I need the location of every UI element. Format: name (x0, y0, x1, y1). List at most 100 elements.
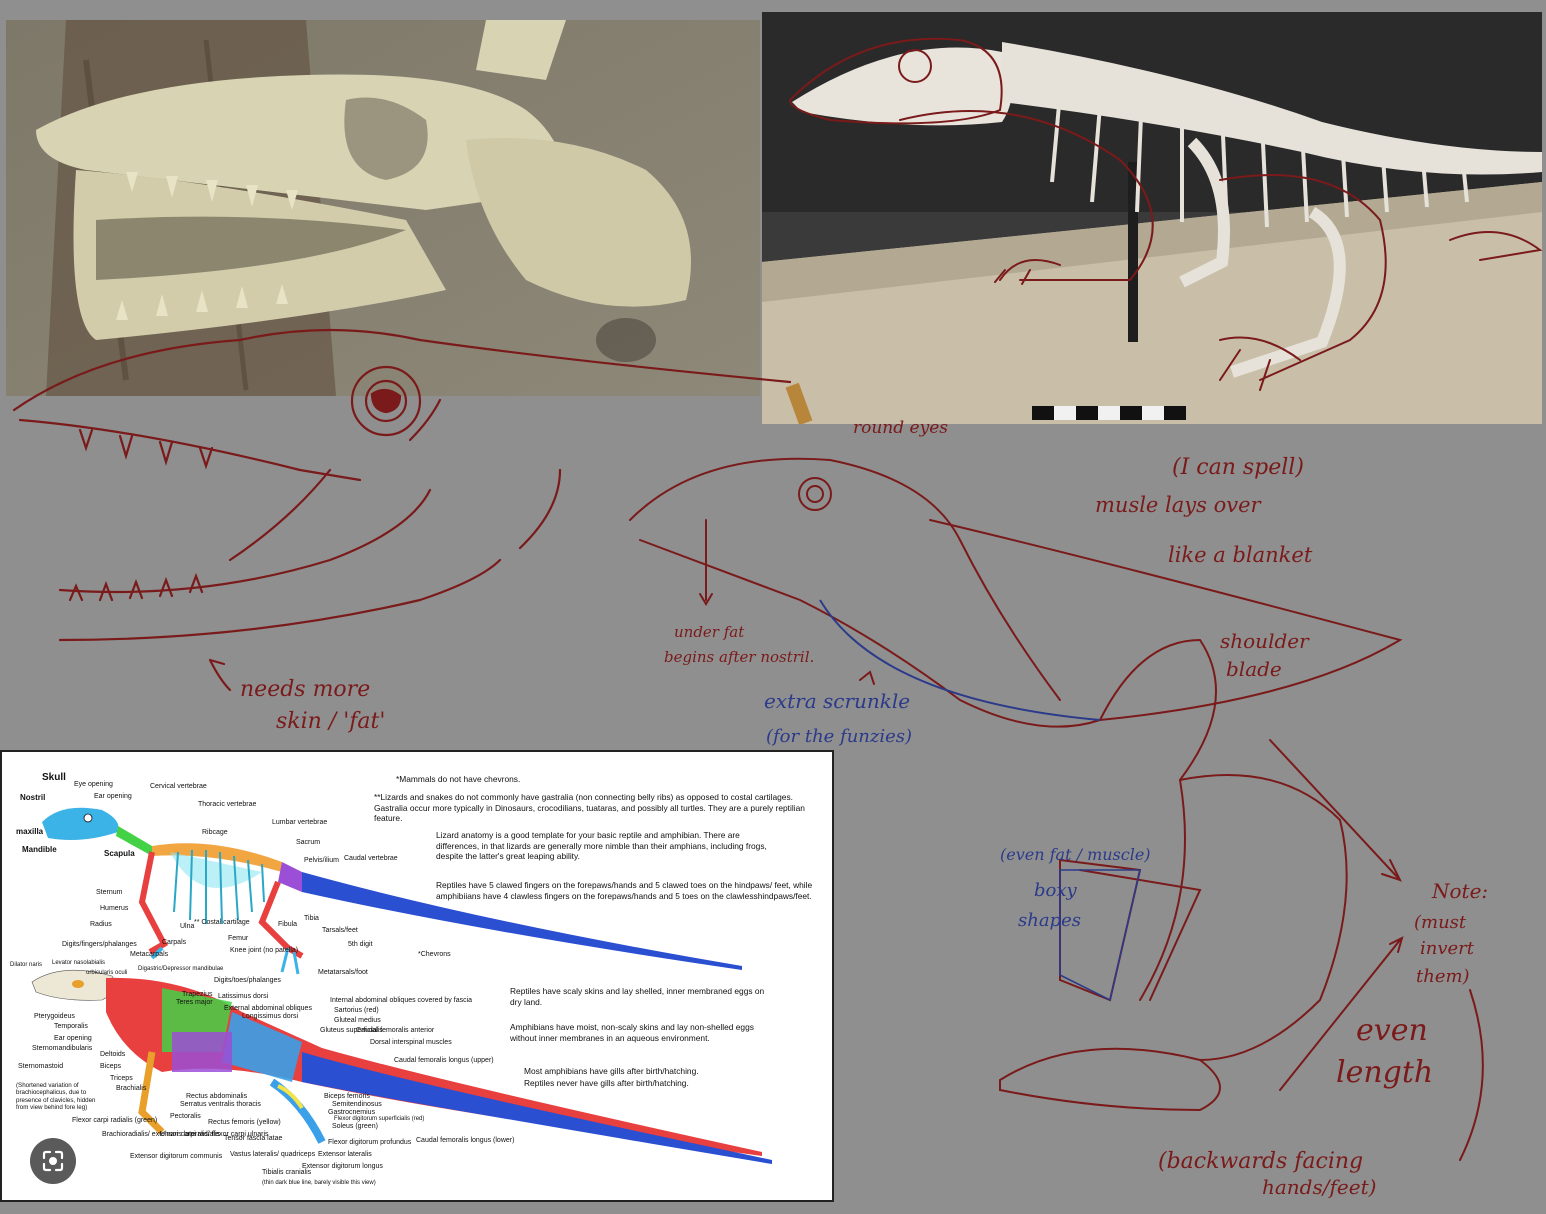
note-under-fat-line2: begins after nostril. (664, 648, 814, 666)
svg-text:Flexor digitorum profundus: Flexor digitorum profundus (328, 1139, 412, 1146)
note-boxy-line1: boxy (1034, 880, 1078, 901)
svg-text:Digits/fingers/phalanges: Digits/fingers/phalanges (62, 941, 137, 948)
note-extra-line2: (for the funzies) (766, 726, 912, 747)
svg-text:Biceps: Biceps (100, 1063, 122, 1070)
svg-text:Tarsals/feet: Tarsals/feet (322, 927, 358, 934)
svg-text:Extensor digitorum communis: Extensor digitorum communis (130, 1153, 223, 1160)
note-even-fat: (even fat / muscle) (1000, 845, 1151, 864)
skull-photo-illustration (6, 20, 760, 396)
svg-text:Metatarsals/foot: Metatarsals/foot (318, 969, 368, 976)
svg-text:Ulna: Ulna (180, 923, 195, 930)
svg-text:Semitendinosus: Semitendinosus (332, 1101, 382, 1108)
note-scaly: Reptiles have scaly skins and lay shelle… (510, 986, 765, 1007)
note-claws: Reptiles have 5 clawed fingers on the fo… (436, 880, 813, 901)
svg-text:Pelvis/ilium: Pelvis/ilium (304, 857, 339, 864)
svg-text:Sacrum: Sacrum (296, 839, 320, 846)
svg-text:Digits/toes/phalanges: Digits/toes/phalanges (214, 977, 281, 984)
svg-text:Caudal femoralis anterior: Caudal femoralis anterior (356, 1027, 435, 1034)
svg-text:Latissimus dorsi: Latissimus dorsi (218, 993, 269, 1000)
note-shoulder-line2: blade (1226, 657, 1282, 681)
svg-text:Sternum: Sternum (96, 889, 123, 896)
note-note-line1: Note: (1431, 879, 1488, 903)
svg-text:Dilator naris: Dilator naris (10, 962, 42, 968)
lens-search-button[interactable] (30, 1138, 76, 1184)
svg-text:Gluteal medius: Gluteal medius (334, 1017, 381, 1024)
note-moist: Amphibians have moist, non-scaly skins a… (510, 1022, 754, 1043)
svg-text:Dorsal interspinal muscles: Dorsal interspinal muscles (370, 1039, 452, 1046)
svg-text:External abdominal obliques: External abdominal obliques (224, 1005, 312, 1012)
note-needs-line1: needs more (240, 677, 370, 702)
note-note-line4: them) (1416, 966, 1470, 987)
note-shoulder-line1: shoulder (1220, 629, 1310, 653)
svg-text:Sternomandibularis: Sternomandibularis (32, 1045, 93, 1052)
svg-text:*Chevrons: *Chevrons (418, 951, 451, 958)
svg-text:Rectus femoris (yellow): Rectus femoris (yellow) (208, 1119, 281, 1126)
svg-text:Temporalis: Temporalis (54, 1023, 88, 1030)
svg-text:Radius: Radius (90, 921, 112, 928)
blue-scrunkle-line (819, 599, 1101, 721)
svg-text:Femur: Femur (228, 935, 249, 942)
note-backwards-line1: (backwards facing (1158, 1149, 1363, 1174)
svg-text:Cervical vertebrae: Cervical vertebrae (150, 783, 207, 790)
svg-text:Scapula: Scapula (104, 849, 135, 858)
sternomastoid-note: (Shortened variation of brachiocephalicu… (16, 1082, 96, 1112)
google-lens-icon (42, 1150, 64, 1172)
svg-text:Lumbar vertebrae: Lumbar vertebrae (272, 819, 327, 826)
note-i-can-spell: (I can spell) (1172, 455, 1304, 480)
svg-text:Caudal femoralis longus (lower: Caudal femoralis longus (lower) (416, 1137, 514, 1144)
svg-text:Knee joint (no patella): Knee joint (no patella) (230, 947, 298, 954)
note-extra-line1: extra scrunkle (764, 689, 910, 713)
svg-text:** Costal cartilage: ** Costal cartilage (194, 919, 250, 926)
svg-text:Tibia: Tibia (304, 915, 319, 922)
note-gills2: Reptiles never have gills after birth/ha… (524, 1078, 689, 1088)
svg-text:Triceps: Triceps (110, 1075, 133, 1082)
svg-text:Extensor lateralis: Extensor lateralis (318, 1151, 372, 1158)
svg-text:Serratus ventralis thoracis: Serratus ventralis thoracis (180, 1101, 261, 1108)
svg-text:Flexor carpi radialis (green): Flexor carpi radialis (green) (72, 1117, 157, 1124)
svg-text:Extensor digitorum longus: Extensor digitorum longus (302, 1163, 383, 1170)
note-mammals: *Mammals do not have chevrons. (396, 774, 521, 784)
note-note-line2: (must (1414, 912, 1467, 933)
svg-text:Nostril: Nostril (20, 793, 45, 802)
svg-text:Mandible: Mandible (22, 845, 57, 854)
svg-text:Soleus (green): Soleus (green) (332, 1123, 378, 1130)
note-gastralia: **Lizards and snakes do not commonly hav… (374, 792, 805, 823)
svg-text:Caudal vertebrae: Caudal vertebrae (344, 855, 398, 862)
blue-boxy-shape (1059, 869, 1142, 1002)
lizard-anatomy-diagram: Skull Eye opening Ear opening Nostril ma… (0, 750, 834, 1202)
svg-text:Caudal femoralis longus (upper: Caudal femoralis longus (upper) (394, 1057, 494, 1064)
svg-text:Brachialis: Brachialis (116, 1085, 147, 1092)
svg-text:Sartorius (red): Sartorius (red) (334, 1007, 379, 1014)
note-needs-line2: skin / 'fat' (276, 709, 385, 734)
svg-text:Thoracic vertebrae: Thoracic vertebrae (198, 801, 256, 808)
note-muscle-line1: musle lays over (1095, 493, 1263, 517)
svg-text:Fibula: Fibula (278, 921, 297, 928)
svg-text:Ear opening: Ear opening (94, 793, 132, 800)
svg-text:Pectoralis: Pectoralis (170, 1113, 201, 1120)
svg-text:Biceps femoris: Biceps femoris (324, 1093, 370, 1100)
svg-text:Eye opening: Eye opening (74, 781, 113, 788)
svg-text:Tibialis cranialis: Tibialis cranialis (262, 1169, 312, 1176)
svg-text:Ear opening: Ear opening (54, 1035, 92, 1042)
skeleton-reference-photo (762, 12, 1542, 424)
svg-text:Trapezius: Trapezius (182, 991, 213, 998)
note-template: Lizard anatomy is a good template for yo… (436, 830, 767, 861)
svg-text:Skull: Skull (42, 772, 66, 783)
note-under-fat-line1: under fat (674, 623, 745, 641)
svg-text:Deltoids: Deltoids (100, 1051, 126, 1058)
svg-text:(thin dark blue line, barely v: (thin dark blue line, barely visible thi… (262, 1180, 376, 1186)
svg-text:Internal abdominal obliques co: Internal abdominal obliques covered by f… (330, 997, 472, 1004)
svg-text:Sternomastoid: Sternomastoid (18, 1063, 63, 1070)
note-even-length-line1: even (1356, 1013, 1428, 1048)
skeleton-photo-illustration (762, 12, 1542, 424)
note-backwards-line2: hands/feet) (1262, 1175, 1376, 1199)
note-boxy-line2: shapes (1018, 910, 1081, 931)
svg-text:Metacarpals: Metacarpals (130, 951, 169, 958)
svg-text:maxilla: maxilla (16, 827, 44, 836)
svg-text:Vastus lateralis/ quadriceps: Vastus lateralis/ quadriceps (230, 1151, 316, 1158)
svg-text:Pterygoideus: Pterygoideus (34, 1013, 75, 1020)
svg-text:Rectus abdominalis: Rectus abdominalis (186, 1093, 248, 1100)
svg-text:Digastric/Depressor mandibulae: Digastric/Depressor mandibulae (138, 966, 224, 972)
note-muscle-line2: like a blanket (1168, 543, 1313, 567)
svg-text:Tensor fascia latae: Tensor fascia latae (224, 1135, 282, 1142)
